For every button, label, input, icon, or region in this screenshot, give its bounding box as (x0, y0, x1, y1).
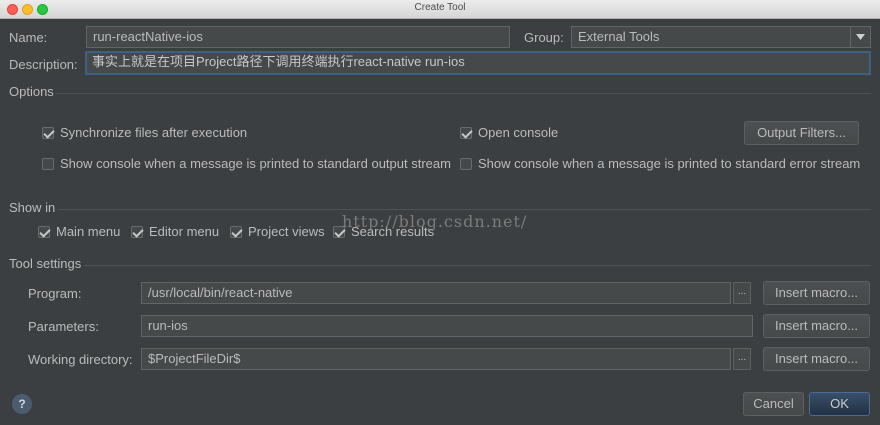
title-bar: Create Tool (0, 0, 880, 19)
output-filters-button[interactable]: Output Filters... (744, 121, 859, 145)
description-field[interactable]: 事实上就是在项目Project路径下调用终端执行react-native run… (85, 51, 871, 75)
checkbox-icon (460, 126, 472, 139)
options-divider (56, 93, 871, 94)
project-views-checkbox[interactable]: Project views (230, 224, 325, 239)
chevron-down-icon[interactable] (850, 27, 870, 47)
group-select[interactable]: External Tools (571, 26, 871, 48)
console-stderr-checkbox[interactable]: Show console when a message is printed t… (460, 156, 860, 171)
checkbox-icon (131, 225, 143, 238)
checkbox-icon (42, 157, 54, 170)
console-stdout-label: Show console when a message is printed t… (60, 156, 451, 171)
working-directory-insert-macro-button[interactable]: Insert macro... (763, 347, 870, 371)
program-label: Program: (28, 286, 82, 301)
editor-menu-label: Editor menu (149, 224, 220, 239)
watermark-text: http://blog.csdn.net/ (342, 212, 528, 231)
parameters-label: Parameters: (28, 319, 99, 334)
ok-button[interactable]: OK (809, 392, 870, 416)
main-menu-checkbox[interactable]: Main menu (38, 224, 120, 239)
group-label: Group: (524, 30, 564, 45)
working-directory-label: Working directory: (28, 352, 133, 367)
parameters-field[interactable]: run-ios (141, 315, 753, 337)
help-icon[interactable]: ? (12, 394, 32, 414)
console-stderr-label: Show console when a message is printed t… (478, 156, 861, 171)
window-title: Create Tool (414, 2, 466, 13)
console-stdout-checkbox[interactable]: Show console when a message is printed t… (42, 156, 451, 171)
project-views-label: Project views (248, 224, 325, 239)
description-label: Description: (9, 57, 78, 72)
editor-menu-checkbox[interactable]: Editor menu (131, 224, 219, 239)
name-label: Name: (9, 30, 48, 45)
group-select-value: External Tools (578, 29, 660, 44)
show-in-divider (58, 209, 871, 210)
options-section-title: Options (9, 84, 54, 99)
tool-settings-divider (84, 265, 871, 266)
checkbox-icon (230, 225, 242, 238)
program-field[interactable]: /usr/local/bin/react-native (141, 282, 731, 304)
main-menu-label: Main menu (56, 224, 121, 239)
program-insert-macro-button[interactable]: Insert macro... (763, 281, 870, 305)
working-directory-browse-button[interactable]: ... (733, 348, 751, 370)
open-console-label: Open console (478, 125, 559, 140)
working-directory-field[interactable]: $ProjectFileDir$ (141, 348, 731, 370)
open-console-checkbox[interactable]: Open console (460, 125, 558, 140)
checkbox-icon (42, 126, 54, 139)
cancel-button[interactable]: Cancel (743, 392, 804, 416)
tool-settings-section-title: Tool settings (9, 256, 82, 271)
parameters-insert-macro-button[interactable]: Insert macro... (763, 314, 870, 338)
checkbox-icon (38, 225, 50, 238)
checkbox-icon (460, 157, 472, 170)
show-in-section-title: Show in (9, 200, 56, 215)
sync-files-checkbox[interactable]: Synchronize files after execution (42, 125, 247, 140)
name-field[interactable]: run-reactNative-ios (86, 26, 510, 48)
sync-files-label: Synchronize files after execution (60, 125, 248, 140)
program-browse-button[interactable]: ... (733, 282, 751, 304)
